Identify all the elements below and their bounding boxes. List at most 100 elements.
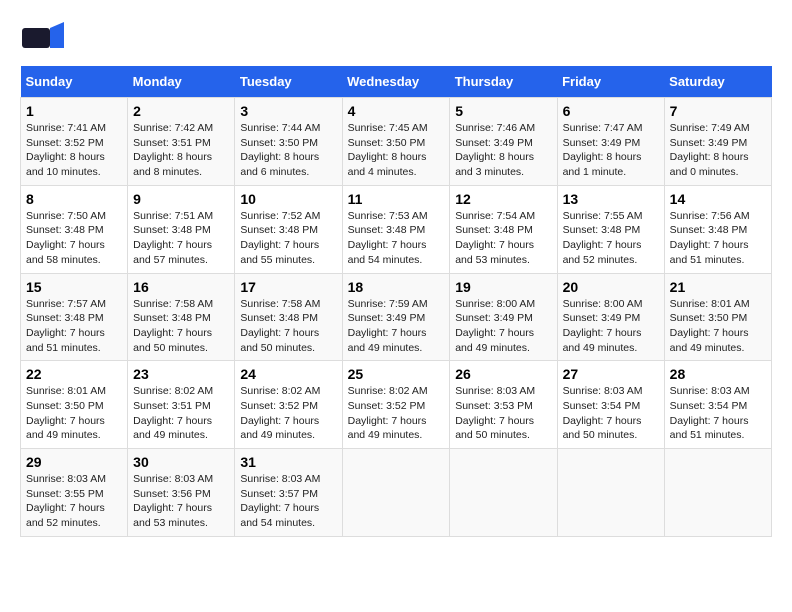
calendar-cell: 2 Sunrise: 7:42 AMSunset: 3:51 PMDayligh… [128, 98, 235, 186]
day-number: 16 [133, 279, 229, 295]
day-number: 12 [455, 191, 551, 207]
calendar-cell: 21 Sunrise: 8:01 AMSunset: 3:50 PMDaylig… [664, 273, 771, 361]
day-number: 21 [670, 279, 766, 295]
calendar-cell: 4 Sunrise: 7:45 AMSunset: 3:50 PMDayligh… [342, 98, 450, 186]
day-info: Sunrise: 7:58 AMSunset: 3:48 PMDaylight:… [133, 298, 213, 354]
calendar-cell: 20 Sunrise: 8:00 AMSunset: 3:49 PMDaylig… [557, 273, 664, 361]
calendar-cell: 23 Sunrise: 8:02 AMSunset: 3:51 PMDaylig… [128, 361, 235, 449]
day-info: Sunrise: 7:55 AMSunset: 3:48 PMDaylight:… [563, 210, 643, 266]
day-number: 27 [563, 366, 659, 382]
day-number: 3 [240, 103, 336, 119]
day-number: 13 [563, 191, 659, 207]
calendar-cell: 17 Sunrise: 7:58 AMSunset: 3:48 PMDaylig… [235, 273, 342, 361]
calendar-cell: 26 Sunrise: 8:03 AMSunset: 3:53 PMDaylig… [450, 361, 557, 449]
day-info: Sunrise: 7:45 AMSunset: 3:50 PMDaylight:… [348, 122, 428, 178]
day-number: 17 [240, 279, 336, 295]
day-info: Sunrise: 8:02 AMSunset: 3:52 PMDaylight:… [348, 385, 428, 441]
day-info: Sunrise: 8:03 AMSunset: 3:54 PMDaylight:… [670, 385, 750, 441]
calendar-cell: 8 Sunrise: 7:50 AMSunset: 3:48 PMDayligh… [21, 185, 128, 273]
calendar-cell [557, 449, 664, 537]
day-info: Sunrise: 8:01 AMSunset: 3:50 PMDaylight:… [26, 385, 106, 441]
day-number: 1 [26, 103, 122, 119]
day-number: 23 [133, 366, 229, 382]
day-info: Sunrise: 8:03 AMSunset: 3:57 PMDaylight:… [240, 473, 320, 529]
day-number: 5 [455, 103, 551, 119]
calendar-cell: 29 Sunrise: 8:03 AMSunset: 3:55 PMDaylig… [21, 449, 128, 537]
day-number: 26 [455, 366, 551, 382]
calendar-cell: 18 Sunrise: 7:59 AMSunset: 3:49 PMDaylig… [342, 273, 450, 361]
day-number: 30 [133, 454, 229, 470]
day-info: Sunrise: 8:03 AMSunset: 3:56 PMDaylight:… [133, 473, 213, 529]
calendar-cell: 30 Sunrise: 8:03 AMSunset: 3:56 PMDaylig… [128, 449, 235, 537]
calendar-cell: 27 Sunrise: 8:03 AMSunset: 3:54 PMDaylig… [557, 361, 664, 449]
day-info: Sunrise: 7:59 AMSunset: 3:49 PMDaylight:… [348, 298, 428, 354]
day-info: Sunrise: 8:00 AMSunset: 3:49 PMDaylight:… [563, 298, 643, 354]
day-info: Sunrise: 7:42 AMSunset: 3:51 PMDaylight:… [133, 122, 213, 178]
day-info: Sunrise: 8:01 AMSunset: 3:50 PMDaylight:… [670, 298, 750, 354]
day-info: Sunrise: 7:56 AMSunset: 3:48 PMDaylight:… [670, 210, 750, 266]
calendar-cell: 14 Sunrise: 7:56 AMSunset: 3:48 PMDaylig… [664, 185, 771, 273]
day-info: Sunrise: 8:02 AMSunset: 3:52 PMDaylight:… [240, 385, 320, 441]
calendar-cell [450, 449, 557, 537]
calendar-week-row: 29 Sunrise: 8:03 AMSunset: 3:55 PMDaylig… [21, 449, 772, 537]
day-number: 20 [563, 279, 659, 295]
day-info: Sunrise: 7:47 AMSunset: 3:49 PMDaylight:… [563, 122, 643, 178]
calendar-week-row: 1 Sunrise: 7:41 AMSunset: 3:52 PMDayligh… [21, 98, 772, 186]
day-info: Sunrise: 7:53 AMSunset: 3:48 PMDaylight:… [348, 210, 428, 266]
calendar-cell: 10 Sunrise: 7:52 AMSunset: 3:48 PMDaylig… [235, 185, 342, 273]
calendar-cell: 22 Sunrise: 8:01 AMSunset: 3:50 PMDaylig… [21, 361, 128, 449]
calendar-cell: 6 Sunrise: 7:47 AMSunset: 3:49 PMDayligh… [557, 98, 664, 186]
calendar-table: Sunday Monday Tuesday Wednesday Thursday… [20, 66, 772, 537]
day-info: Sunrise: 7:46 AMSunset: 3:49 PMDaylight:… [455, 122, 535, 178]
col-saturday: Saturday [664, 66, 771, 98]
day-number: 6 [563, 103, 659, 119]
calendar-cell: 28 Sunrise: 8:03 AMSunset: 3:54 PMDaylig… [664, 361, 771, 449]
day-info: Sunrise: 7:57 AMSunset: 3:48 PMDaylight:… [26, 298, 106, 354]
day-number: 31 [240, 454, 336, 470]
calendar-cell: 5 Sunrise: 7:46 AMSunset: 3:49 PMDayligh… [450, 98, 557, 186]
col-friday: Friday [557, 66, 664, 98]
page-container: Sunday Monday Tuesday Wednesday Thursday… [20, 20, 772, 537]
day-number: 11 [348, 191, 445, 207]
day-number: 2 [133, 103, 229, 119]
calendar-cell: 11 Sunrise: 7:53 AMSunset: 3:48 PMDaylig… [342, 185, 450, 273]
day-number: 18 [348, 279, 445, 295]
day-number: 25 [348, 366, 445, 382]
calendar-cell: 16 Sunrise: 7:58 AMSunset: 3:48 PMDaylig… [128, 273, 235, 361]
calendar-cell: 7 Sunrise: 7:49 AMSunset: 3:49 PMDayligh… [664, 98, 771, 186]
col-monday: Monday [128, 66, 235, 98]
day-info: Sunrise: 7:54 AMSunset: 3:48 PMDaylight:… [455, 210, 535, 266]
day-info: Sunrise: 8:03 AMSunset: 3:53 PMDaylight:… [455, 385, 535, 441]
day-info: Sunrise: 8:03 AMSunset: 3:54 PMDaylight:… [563, 385, 643, 441]
calendar-cell: 25 Sunrise: 8:02 AMSunset: 3:52 PMDaylig… [342, 361, 450, 449]
header [20, 20, 772, 56]
day-number: 19 [455, 279, 551, 295]
day-info: Sunrise: 7:58 AMSunset: 3:48 PMDaylight:… [240, 298, 320, 354]
calendar-cell: 3 Sunrise: 7:44 AMSunset: 3:50 PMDayligh… [235, 98, 342, 186]
calendar-week-row: 15 Sunrise: 7:57 AMSunset: 3:48 PMDaylig… [21, 273, 772, 361]
calendar-cell: 12 Sunrise: 7:54 AMSunset: 3:48 PMDaylig… [450, 185, 557, 273]
col-thursday: Thursday [450, 66, 557, 98]
day-number: 15 [26, 279, 122, 295]
calendar-week-row: 8 Sunrise: 7:50 AMSunset: 3:48 PMDayligh… [21, 185, 772, 273]
day-info: Sunrise: 8:02 AMSunset: 3:51 PMDaylight:… [133, 385, 213, 441]
day-info: Sunrise: 7:50 AMSunset: 3:48 PMDaylight:… [26, 210, 106, 266]
calendar-cell [342, 449, 450, 537]
day-info: Sunrise: 7:49 AMSunset: 3:49 PMDaylight:… [670, 122, 750, 178]
day-info: Sunrise: 7:44 AMSunset: 3:50 PMDaylight:… [240, 122, 320, 178]
day-info: Sunrise: 7:51 AMSunset: 3:48 PMDaylight:… [133, 210, 213, 266]
calendar-cell: 31 Sunrise: 8:03 AMSunset: 3:57 PMDaylig… [235, 449, 342, 537]
day-number: 24 [240, 366, 336, 382]
day-number: 22 [26, 366, 122, 382]
col-sunday: Sunday [21, 66, 128, 98]
day-info: Sunrise: 7:41 AMSunset: 3:52 PMDaylight:… [26, 122, 106, 178]
day-number: 4 [348, 103, 445, 119]
calendar-cell: 13 Sunrise: 7:55 AMSunset: 3:48 PMDaylig… [557, 185, 664, 273]
column-headers: Sunday Monday Tuesday Wednesday Thursday… [21, 66, 772, 98]
day-number: 28 [670, 366, 766, 382]
logo-icon [20, 20, 64, 56]
calendar-cell: 9 Sunrise: 7:51 AMSunset: 3:48 PMDayligh… [128, 185, 235, 273]
day-number: 29 [26, 454, 122, 470]
day-number: 7 [670, 103, 766, 119]
calendar-cell [664, 449, 771, 537]
